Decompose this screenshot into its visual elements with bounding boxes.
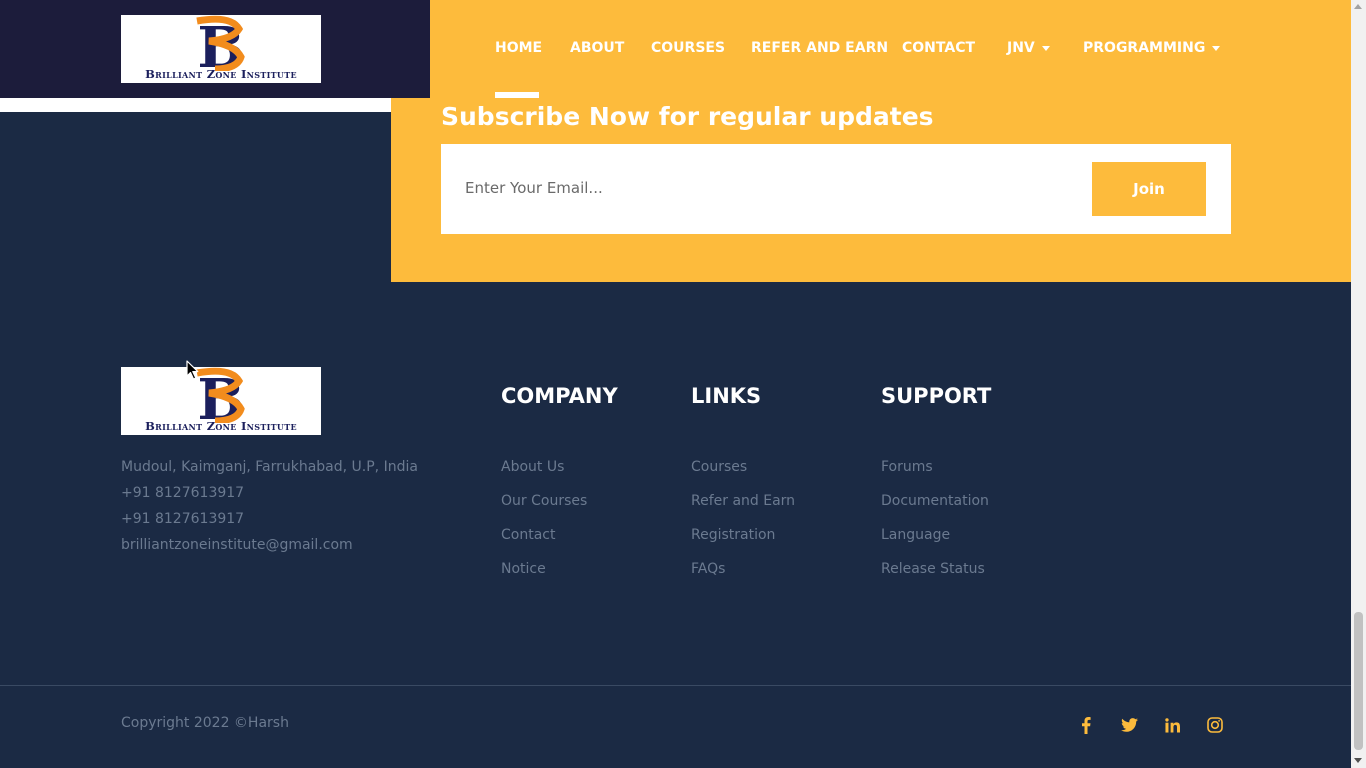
footer-link-refer-and-earn[interactable]: Refer and Earn — [691, 493, 795, 509]
footer-company-title: COMPANY — [501, 384, 618, 408]
logo-text: Brilliant Zone Institute — [145, 67, 297, 81]
logo-text: Brilliant Zone Institute — [145, 419, 297, 433]
footer-logo[interactable]: B Brilliant Zone Institute — [121, 367, 321, 435]
nav-about[interactable]: ABOUT — [570, 40, 624, 56]
scroll-down-arrow-icon[interactable] — [1354, 758, 1362, 763]
email-input[interactable] — [465, 170, 1065, 206]
instagram-icon[interactable] — [1205, 715, 1225, 735]
nav-contact[interactable]: CONTACT — [902, 40, 975, 56]
scroll-up-arrow-icon[interactable] — [1354, 4, 1362, 9]
footer-divider — [0, 685, 1351, 686]
footer-link-about-us[interactable]: About Us — [501, 459, 564, 475]
footer-link-forums[interactable]: Forums — [881, 459, 933, 475]
chevron-down-icon — [1041, 45, 1050, 51]
linkedin-icon[interactable] — [1162, 715, 1182, 735]
nav-jnv-label: JNV — [1007, 40, 1035, 56]
mouse-cursor-icon — [186, 360, 199, 380]
nav-courses[interactable]: COURSES — [651, 40, 725, 56]
logo-mark-icon: B — [196, 15, 245, 71]
subscribe-title: Subscribe Now for regular updates — [441, 102, 934, 131]
header-divider-strip — [0, 98, 391, 112]
nav-programming-dropdown[interactable]: PROGRAMMING — [1083, 40, 1221, 56]
chevron-down-icon — [1212, 45, 1221, 51]
footer-link-faqs[interactable]: FAQs — [691, 561, 725, 577]
twitter-icon[interactable] — [1119, 715, 1139, 735]
join-button[interactable]: Join — [1092, 162, 1206, 216]
copyright-text: Copyright 2022 ©Harsh — [121, 715, 289, 731]
footer-link-our-courses[interactable]: Our Courses — [501, 493, 587, 509]
footer-support-title: SUPPORT — [881, 384, 992, 408]
nav-jnv-dropdown[interactable]: JNV — [1007, 40, 1050, 56]
header-logo[interactable]: B Brilliant Zone Institute — [121, 15, 321, 83]
nav-refer-and-earn[interactable]: REFER AND EARN — [751, 40, 888, 56]
footer-link-contact[interactable]: Contact — [501, 527, 555, 543]
footer-address: Mudoul, Kaimganj, Farrukhabad, U.P, Indi… — [121, 459, 418, 475]
footer-link-documentation[interactable]: Documentation — [881, 493, 989, 509]
nav-home[interactable]: HOME — [495, 40, 542, 56]
footer-link-release-status[interactable]: Release Status — [881, 561, 985, 577]
footer-links-title: LINKS — [691, 384, 762, 408]
footer-link-notice[interactable]: Notice — [501, 561, 546, 577]
footer-link-courses[interactable]: Courses — [691, 459, 747, 475]
footer-phone-alt: +91 8127613917 — [121, 511, 245, 527]
footer-link-language[interactable]: Language — [881, 527, 950, 543]
footer-email[interactable]: brilliantzoneinstitute@gmail.com — [121, 537, 353, 553]
facebook-icon[interactable] — [1076, 715, 1096, 735]
nav-programming-label: PROGRAMMING — [1083, 40, 1206, 56]
scroll-thumb[interactable] — [1354, 612, 1363, 750]
logo-mark-icon: B — [196, 367, 245, 423]
footer-phone: +91 8127613917 — [121, 485, 245, 501]
footer-link-registration[interactable]: Registration — [691, 527, 775, 543]
